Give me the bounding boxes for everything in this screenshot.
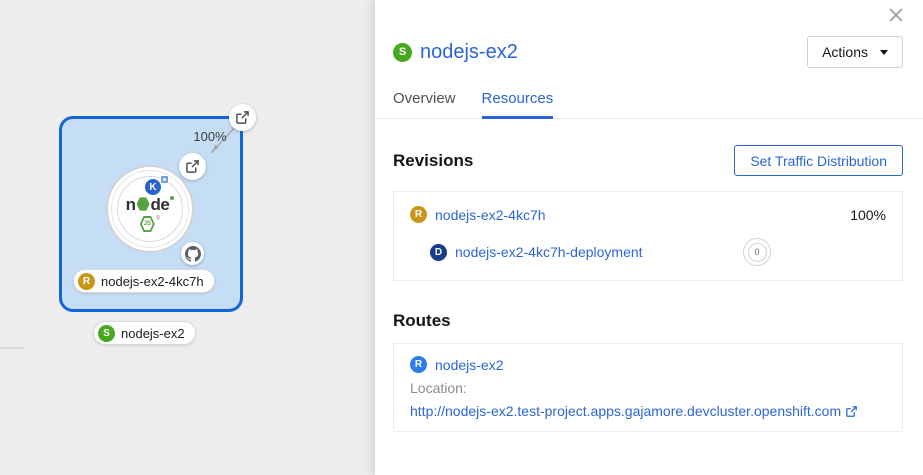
caret-down-icon: [880, 50, 888, 55]
github-icon: [185, 246, 201, 262]
revision-traffic-percent: 100%: [850, 207, 886, 223]
source-code-decorator[interactable]: [181, 242, 204, 265]
revision-row: R nodejs-ex2-4kc7h 100%: [410, 206, 886, 223]
pod-count-donut[interactable]: 0: [743, 238, 771, 266]
nodejs-hexagon-o: [137, 197, 150, 211]
revision-pill-label: nodejs-ex2-4kc7h: [101, 274, 204, 289]
nodejs-green-dot: [170, 196, 174, 200]
actions-label: Actions: [822, 44, 868, 60]
deployment-row: D nodejs-ex2-4kc7h-deployment 0: [430, 238, 886, 266]
external-link-icon: [186, 160, 199, 173]
external-link-icon: [236, 111, 249, 124]
revision-badge: R: [410, 206, 427, 223]
group-open-url-decorator[interactable]: [229, 104, 256, 131]
topology-canvas[interactable]: 100% n de JS ® K: [0, 0, 375, 475]
nodejs-wordmark: n de: [126, 196, 175, 213]
deployment-link[interactable]: nodejs-ex2-4kc7h-deployment: [455, 244, 643, 260]
external-link-icon[interactable]: [846, 406, 857, 417]
resource-side-panel: S nodejs-ex2 Actions Overview Resources …: [375, 0, 923, 475]
open-url-decorator[interactable]: [179, 153, 206, 180]
set-traffic-distribution-button[interactable]: Set Traffic Distribution: [734, 145, 903, 176]
routes-list: R nodejs-ex2 Location: http://nodejs-ex2…: [393, 343, 903, 432]
wordmark-de: de: [151, 196, 170, 213]
openshift-topology-screen: 100% n de JS ® K: [0, 0, 923, 475]
revisions-list: R nodejs-ex2-4kc7h 100% D nodejs-ex2-4kc…: [393, 191, 903, 281]
revision-label-pill[interactable]: R nodejs-ex2-4kc7h: [73, 269, 215, 293]
revision-link[interactable]: nodejs-ex2-4kc7h: [435, 207, 850, 223]
tab-resources[interactable]: Resources: [482, 90, 554, 119]
revision-badge: R: [78, 273, 95, 290]
revisions-heading: Revisions: [393, 151, 473, 171]
close-button[interactable]: [887, 6, 905, 24]
close-icon: [889, 8, 903, 22]
service-label-pill[interactable]: S nodejs-ex2: [93, 321, 196, 345]
routes-heading: Routes: [393, 311, 451, 331]
knative-chip-icon: [160, 175, 169, 184]
tab-overview[interactable]: Overview: [393, 90, 456, 118]
edge-line: [0, 347, 24, 349]
wordmark-n: n: [126, 196, 136, 213]
panel-body: Revisions Set Traffic Distribution R nod…: [375, 145, 923, 432]
route-url-link[interactable]: http://nodejs-ex2.test-project.apps.gaja…: [410, 403, 841, 419]
panel-tabs: Overview Resources: [375, 90, 923, 119]
service-kind-badge: S: [393, 43, 412, 62]
service-pill-label: nodejs-ex2: [121, 326, 185, 341]
panel-title-link[interactable]: nodejs-ex2: [420, 41, 518, 64]
service-badge: S: [98, 325, 115, 342]
route-badge: R: [410, 356, 427, 373]
route-location-label: Location:: [410, 380, 886, 396]
route-link[interactable]: nodejs-ex2: [435, 357, 504, 373]
pod-count-value: 0: [748, 243, 767, 262]
nodejs-js-badge: JS ®: [140, 216, 160, 233]
knative-revision-node[interactable]: n de JS ® K: [106, 165, 194, 253]
deployment-badge: D: [430, 244, 447, 261]
route-row: R nodejs-ex2: [410, 356, 886, 373]
traffic-percent-label: 100%: [185, 129, 235, 144]
actions-dropdown[interactable]: Actions: [807, 36, 903, 68]
registered-mark: ®: [156, 216, 160, 222]
panel-header: S nodejs-ex2 Actions: [375, 0, 923, 68]
